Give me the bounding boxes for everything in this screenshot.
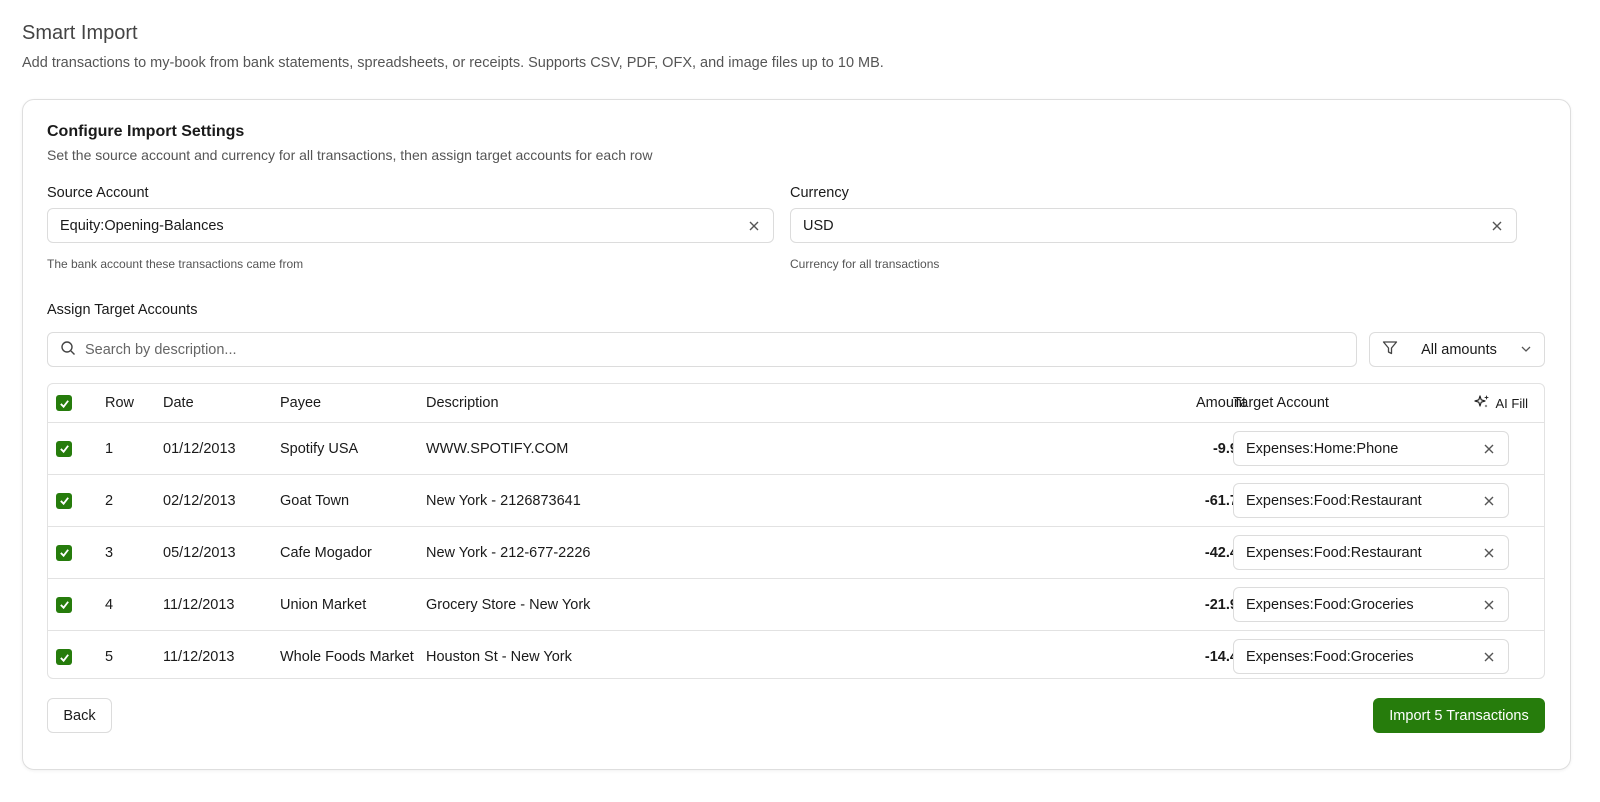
row-payee: Goat Town bbox=[280, 492, 350, 509]
target-account-value: Expenses:Food:Restaurant bbox=[1246, 492, 1422, 509]
row-description: Grocery Store - New York bbox=[426, 596, 591, 613]
close-icon[interactable] bbox=[1482, 598, 1496, 612]
table-header-row: Row Date Payee Description Amount Target… bbox=[48, 384, 1544, 423]
search-input[interactable] bbox=[85, 341, 1344, 358]
source-account-help: The bank account these transactions came… bbox=[47, 257, 304, 271]
import-settings-card: Configure Import Settings Set the source… bbox=[22, 99, 1571, 770]
column-header-row: Row bbox=[105, 395, 135, 411]
ai-fill-label: AI Fill bbox=[1495, 395, 1529, 411]
row-description: New York - 212-677-2226 bbox=[426, 544, 591, 561]
source-account-label: Source Account bbox=[47, 185, 149, 201]
column-header-target-account: Target Account bbox=[1233, 395, 1329, 411]
target-account-value: Expenses:Food:Restaurant bbox=[1246, 544, 1422, 561]
target-account-value: Expenses:Home:Phone bbox=[1246, 440, 1399, 457]
sparkles-icon bbox=[1473, 394, 1490, 413]
currency-value: USD bbox=[803, 217, 834, 234]
target-account-value: Expenses:Food:Groceries bbox=[1246, 596, 1414, 613]
row-number: 2 bbox=[105, 492, 114, 509]
select-all-checkbox[interactable] bbox=[56, 395, 72, 411]
row-payee: Spotify USA bbox=[280, 440, 359, 457]
search-icon bbox=[60, 340, 76, 359]
card-subtitle: Set the source account and currency for … bbox=[47, 147, 653, 163]
target-account-select[interactable]: Expenses:Food:Groceries bbox=[1233, 639, 1509, 674]
close-icon[interactable] bbox=[1482, 442, 1496, 456]
source-account-value: Equity:Opening-Balances bbox=[60, 217, 224, 234]
row-payee: Whole Foods Market bbox=[280, 649, 414, 665]
transactions-table: Row Date Payee Description Amount Target… bbox=[47, 383, 1545, 679]
search-field[interactable] bbox=[47, 332, 1357, 367]
ai-fill-button[interactable]: AI Fill bbox=[1473, 384, 1529, 422]
amount-filter-select[interactable]: All amounts bbox=[1369, 332, 1545, 367]
target-account-select[interactable]: Expenses:Food:Restaurant bbox=[1233, 535, 1509, 570]
row-checkbox[interactable] bbox=[56, 649, 72, 665]
row-checkbox[interactable] bbox=[56, 544, 72, 561]
table-row: 4 11/12/2013 Union Market Grocery Store … bbox=[48, 579, 1544, 631]
close-icon[interactable] bbox=[1482, 650, 1496, 664]
source-account-select[interactable]: Equity:Opening-Balances bbox=[47, 208, 774, 243]
row-date: 02/12/2013 bbox=[163, 492, 236, 509]
close-icon[interactable] bbox=[1490, 219, 1504, 233]
table-row: 5 11/12/2013 Whole Foods Market Houston … bbox=[48, 631, 1544, 678]
close-icon[interactable] bbox=[747, 219, 761, 233]
table-row: 1 01/12/2013 Spotify USA WWW.SPOTIFY.COM… bbox=[48, 423, 1544, 475]
row-number: 5 bbox=[105, 649, 114, 665]
target-account-select[interactable]: Expenses:Food:Groceries bbox=[1233, 587, 1509, 622]
row-date: 01/12/2013 bbox=[163, 440, 236, 457]
row-checkbox[interactable] bbox=[56, 596, 72, 613]
table-row: 3 05/12/2013 Cafe Mogador New York - 212… bbox=[48, 527, 1544, 579]
currency-select[interactable]: USD bbox=[790, 208, 1517, 243]
back-button[interactable]: Back bbox=[47, 698, 112, 733]
check-icon bbox=[59, 549, 69, 558]
chevron-down-icon bbox=[1520, 342, 1532, 358]
row-payee: Union Market bbox=[280, 596, 367, 613]
column-header-date: Date bbox=[163, 395, 194, 411]
page-subtitle: Add transactions to my-book from bank st… bbox=[22, 55, 884, 71]
row-payee: Cafe Mogador bbox=[280, 544, 372, 561]
row-date: 11/12/2013 bbox=[163, 596, 235, 613]
row-description: Houston St - New York bbox=[426, 649, 572, 665]
assign-target-accounts-label: Assign Target Accounts bbox=[47, 302, 198, 318]
row-description: WWW.SPOTIFY.COM bbox=[426, 440, 569, 457]
row-checkbox[interactable] bbox=[56, 440, 72, 457]
check-icon bbox=[59, 653, 69, 662]
close-icon[interactable] bbox=[1482, 546, 1496, 560]
column-header-payee: Payee bbox=[280, 395, 322, 411]
row-number: 4 bbox=[105, 596, 114, 613]
target-account-value: Expenses:Food:Groceries bbox=[1246, 648, 1414, 665]
row-description: New York - 2126873641 bbox=[426, 492, 581, 509]
check-icon bbox=[59, 445, 69, 454]
target-account-select[interactable]: Expenses:Food:Restaurant bbox=[1233, 483, 1509, 518]
check-icon bbox=[59, 497, 69, 506]
row-number: 1 bbox=[105, 440, 114, 457]
target-account-select[interactable]: Expenses:Home:Phone bbox=[1233, 431, 1509, 466]
column-header-description: Description bbox=[426, 395, 499, 411]
row-date: 11/12/2013 bbox=[163, 649, 235, 665]
currency-label: Currency bbox=[790, 185, 849, 201]
import-transactions-button[interactable]: Import 5 Transactions bbox=[1373, 698, 1545, 733]
card-title: Configure Import Settings bbox=[47, 123, 245, 140]
check-icon bbox=[59, 399, 69, 408]
amount-filter-value: All amounts bbox=[1421, 341, 1497, 358]
table-row: 2 02/12/2013 Goat Town New York - 212687… bbox=[48, 475, 1544, 527]
row-checkbox[interactable] bbox=[56, 492, 72, 509]
currency-help: Currency for all transactions bbox=[790, 257, 940, 271]
page-title: Smart Import bbox=[22, 22, 138, 44]
row-number: 3 bbox=[105, 544, 114, 561]
close-icon[interactable] bbox=[1482, 494, 1496, 508]
check-icon bbox=[59, 601, 69, 610]
filter-icon bbox=[1382, 340, 1398, 359]
row-date: 05/12/2013 bbox=[163, 544, 236, 561]
